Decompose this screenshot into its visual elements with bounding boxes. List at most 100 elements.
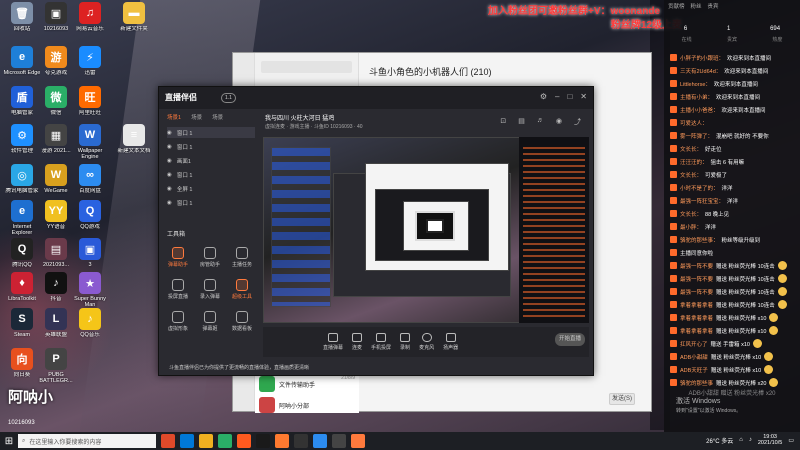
badge-icon <box>670 379 677 386</box>
taskbar-app-icon[interactable] <box>294 434 308 448</box>
tool-icon <box>236 311 248 323</box>
taskbar-app-icon[interactable] <box>218 434 232 448</box>
taskbar-app-icon[interactable] <box>351 434 365 448</box>
taskbar-app-icon[interactable] <box>313 434 327 448</box>
maximize-icon[interactable]: □ <box>567 92 572 101</box>
taskbar-search-input[interactable]: ⌕ 在这里输入你要搜索的内容 <box>18 434 156 448</box>
windows-start-icon[interactable]: ⊞ <box>0 432 18 450</box>
tool-icon <box>236 247 248 259</box>
source-item[interactable]: ◉ 窗口 1 <box>167 197 255 208</box>
message-text: 混崩吧 就好的 不要你 <box>716 133 769 140</box>
overlay-line-1: 加入粉丝团可邀粉丝群+V：woonande <box>488 6 660 17</box>
taskbar-app-icon[interactable] <box>332 434 346 448</box>
eye-icon[interactable]: ◉ <box>167 186 172 192</box>
tool-item[interactable]: 虚拟形象 <box>165 311 191 332</box>
message-text: 洋洋 <box>705 224 717 231</box>
desktop-icon[interactable]: W Wallpaper Engine <box>70 124 110 161</box>
chat-search-input[interactable] <box>261 61 352 73</box>
version-badge: 1.1 <box>221 93 236 103</box>
source-item[interactable]: ◉ 窗口 1 <box>167 141 255 152</box>
phone-cast-button[interactable]: 手机投屏 <box>371 333 391 351</box>
eye-icon[interactable]: ◉ <box>167 158 172 164</box>
desktop-icon[interactable]: ∞ 百度网盘 <box>70 164 110 194</box>
streaming-app-window[interactable]: 直播伴侣 1.1 ⚙ – □ ✕ 场景1 场景 场景 ◉ 窗口 1 ◉ 窗口 1 ◉ 画面… <box>158 86 594 376</box>
desktop-icon[interactable]: ▬ 新建文件夹 <box>114 2 154 32</box>
desktop-icon[interactable]: ♫ 网易云音乐 <box>70 2 110 32</box>
message-text: 欢迎来到本直播间 <box>721 107 766 114</box>
tab-vip[interactable]: 贵宾 <box>708 2 719 12</box>
taskbar-app-icon[interactable] <box>256 434 270 448</box>
message-text: 赠送 粉丝荧光棒 10连击 <box>716 289 775 296</box>
activate-windows-title: 激活 Windows <box>676 398 721 405</box>
tool-item[interactable]: 录入弹幕 <box>197 279 223 300</box>
eye-icon[interactable]: ◉ <box>167 144 172 150</box>
eye-icon[interactable]: ◉ <box>167 130 172 136</box>
network-icon[interactable]: ⌂ <box>739 437 743 443</box>
app-icon: 🗑 <box>11 2 33 24</box>
source-item[interactable]: ◉ 窗口 1 <box>167 169 255 180</box>
clock[interactable]: 19:03 2021/10/5 <box>758 434 782 446</box>
desktop-icon[interactable]: ⚡ 迅雷 <box>70 46 110 76</box>
tool-item[interactable]: 房管助手 <box>197 247 223 268</box>
source-item[interactable]: ◉ 窗口 1 <box>167 127 255 138</box>
toolbox-title: 工具箱 <box>167 232 186 238</box>
tool-item[interactable]: 弹幕助手 <box>165 247 191 268</box>
tab-scene-1[interactable]: 场景1 <box>167 113 181 121</box>
source-item[interactable]: ◉ 全屏 1 <box>167 183 255 194</box>
stat-online-label: 在线 <box>681 37 692 43</box>
record-icon[interactable]: ◉ <box>556 117 562 127</box>
layout-icon[interactable]: ▤ <box>518 117 525 127</box>
microphone-button[interactable]: 麦克风 <box>419 333 434 351</box>
tool-item[interactable]: 投屏直播 <box>165 279 191 300</box>
link-mic-button[interactable]: 连麦 <box>352 333 362 351</box>
desktop-icon[interactable]: ♪ QQ音乐 <box>70 308 110 338</box>
tab-scene-2[interactable]: 场景 <box>191 113 202 121</box>
start-live-button[interactable]: 开始直播 <box>555 333 585 346</box>
taskbar-app-icon[interactable] <box>180 434 194 448</box>
send-button[interactable]: 发送(S) <box>609 393 635 405</box>
tab-fans[interactable]: 粉丝 <box>691 2 702 12</box>
taskbar-app-icon[interactable] <box>275 434 289 448</box>
source-item[interactable]: ◉ 画面1 <box>167 155 255 166</box>
message-text: 洋洋 <box>727 198 739 205</box>
tool-item[interactable]: 超级工具 <box>229 279 255 300</box>
live-preview[interactable] <box>263 137 589 323</box>
chat-message: ADB小甜甜 赠送 粉丝荧光棒 x10 <box>670 351 796 362</box>
tool-item[interactable]: 弹幕姬 <box>197 311 223 332</box>
chat-item-group[interactable]: 阿呐小分部 <box>255 397 359 413</box>
desktop-icon[interactable]: ▣ 3 <box>70 238 110 268</box>
tool-label: 弹幕助手 <box>167 262 188 268</box>
desktop-icon[interactable]: 旺阿里旺旺 <box>70 86 110 116</box>
taskbar-app-icon[interactable] <box>161 434 175 448</box>
eye-icon[interactable]: ◉ <box>167 172 172 178</box>
taskbar-app-icon[interactable] <box>237 434 251 448</box>
tool-item[interactable]: 数据看板 <box>229 311 255 332</box>
share-icon[interactable]: ⤴ <box>574 117 581 127</box>
desktop-icon[interactable]: P PUBG BATTLEGR... <box>36 348 76 385</box>
danmaku-button[interactable]: 直播弹幕 <box>323 333 343 351</box>
eye-icon[interactable]: ◉ <box>167 200 172 206</box>
lock-icon[interactable]: ⊡ <box>500 117 506 127</box>
settings-icon[interactable]: ⚙ <box>540 92 547 101</box>
chat-message: 拿着拿着拿着 赠送 粉丝荧光棒 x10 <box>670 325 796 336</box>
audio-icon[interactable]: ♬ <box>537 117 544 127</box>
tab-contribution[interactable]: 贡献榜 <box>668 2 685 12</box>
desktop-icon[interactable]: Q QQ游戏 <box>70 200 110 230</box>
notification-icon[interactable]: ▭ <box>788 437 794 444</box>
record-button[interactable]: 录制 <box>400 333 410 351</box>
taskbar-app-icon[interactable] <box>199 434 213 448</box>
weather-text[interactable]: 26°C 多云 <box>706 436 733 445</box>
volume-icon[interactable]: ♪ <box>749 437 752 443</box>
desktop-icon[interactable]: ★ Super Bunny Man <box>70 272 110 309</box>
minimize-icon[interactable]: – <box>555 92 559 101</box>
chat-message: 小时不是了的： 洋洋 <box>670 182 796 193</box>
tool-item[interactable]: 主播任务 <box>229 247 255 268</box>
chat-message: 骆驼的那些事 赠送 粉丝荧光棒 x20 <box>670 377 796 388</box>
speaker-button[interactable]: 扬声器 <box>443 333 458 351</box>
chat-message: 最强一阵不要 赠送 粉丝荧光棒 10连击 <box>670 260 796 271</box>
source-name: 窗口 1 <box>176 144 193 151</box>
tab-scene-3[interactable]: 场景 <box>212 113 223 121</box>
close-icon[interactable]: ✕ <box>580 92 587 101</box>
desktop-icon[interactable]: ≡ 新建文本文档 <box>114 124 154 154</box>
app-icon: ◎ <box>11 164 33 186</box>
